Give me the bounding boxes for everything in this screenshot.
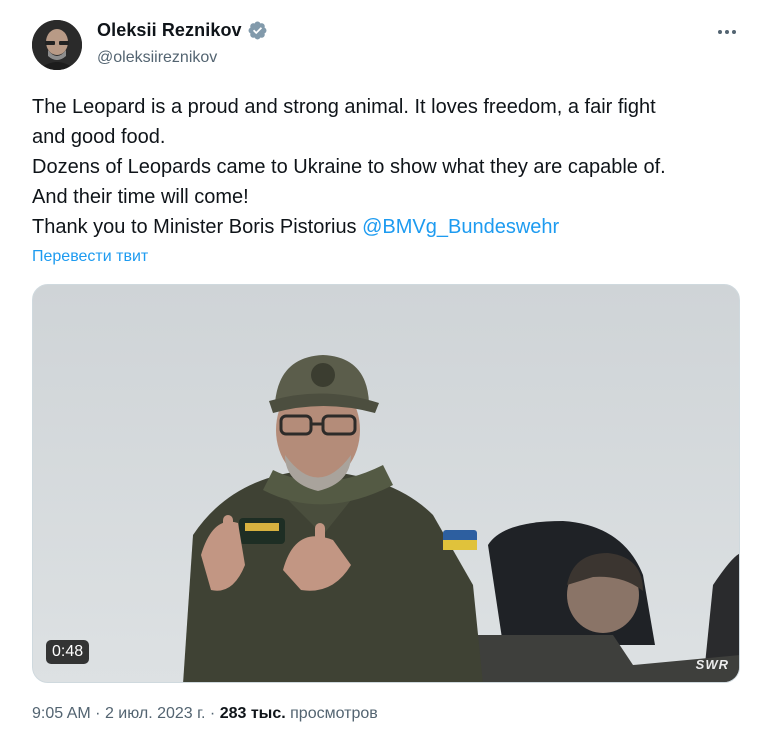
meta-separator: · <box>209 705 216 722</box>
tweet-text-line: Thank you to Minister Boris Pistorius <box>32 216 363 238</box>
tweet-date[interactable]: 2 июл. 2023 г. <box>105 705 206 722</box>
avatar[interactable] <box>32 20 82 70</box>
tweet-text-line: And their time will come! <box>32 186 249 208</box>
views-count: 283 тыс. <box>219 705 286 722</box>
video-watermark: SWR <box>695 657 729 672</box>
tweet-text: The Leopard is a proud and strong animal… <box>32 92 732 242</box>
video-duration-badge: 0:48 <box>46 640 90 664</box>
author-name[interactable]: Oleksii Reznikov <box>97 20 242 41</box>
tweet-text-line-last: Thank you to Minister Boris Pistorius @B… <box>32 212 732 242</box>
more-dots-icon <box>725 30 729 34</box>
meta-separator: · <box>95 705 101 722</box>
more-dots-icon <box>732 30 736 34</box>
author-row: Oleksii Reznikov <box>97 20 268 41</box>
mention-link[interactable]: @BMVg_Bundeswehr <box>362 216 559 238</box>
video-thumbnail <box>33 285 739 682</box>
video-player[interactable]: 0:48 SWR <box>32 284 740 683</box>
translate-tweet-link[interactable]: Перевести твит <box>32 248 148 266</box>
more-options-button[interactable] <box>714 22 740 42</box>
verified-badge-icon <box>247 20 268 41</box>
avatar-image <box>32 20 82 70</box>
tweet-time[interactable]: 9:05 AM <box>32 705 91 722</box>
author-handle[interactable]: @oleksiireznikov <box>97 49 217 67</box>
more-dots-icon <box>718 30 722 34</box>
views-label: просмотров <box>290 705 378 722</box>
tweet-meta: 9:05 AM · 2 июл. 2023 г. · 283 тыс. прос… <box>32 705 378 723</box>
tweet-text-line: The Leopard is a proud and strong animal… <box>32 96 656 118</box>
tweet-card: Oleksii Reznikov @oleksiireznikov The Le… <box>0 0 758 737</box>
tweet-text-line: Dozens of Leopards came to Ukraine to sh… <box>32 156 666 178</box>
tweet-text-line: and good food. <box>32 126 166 148</box>
